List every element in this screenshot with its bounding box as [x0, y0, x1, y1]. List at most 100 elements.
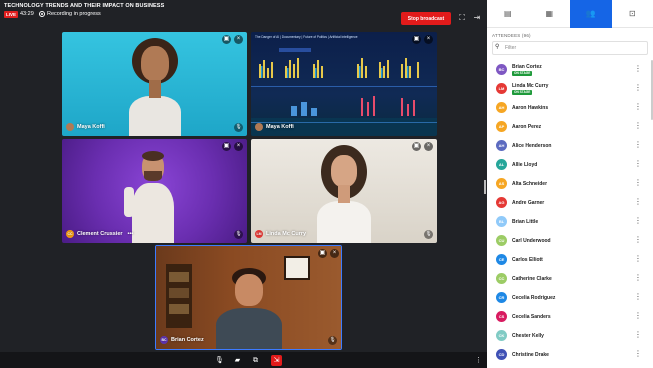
more-options-icon[interactable]: ⋮: [473, 355, 484, 366]
on-stage-badge: ON STAGE: [512, 89, 533, 95]
more-options-icon[interactable]: ⋮: [634, 197, 642, 207]
close-icon[interactable]: ×: [234, 35, 243, 44]
avatar: CC: [66, 230, 74, 238]
event-title: TECHNOLOGY TRENDS AND THEIR IMPACT ON BU…: [4, 3, 165, 9]
pin-icon[interactable]: ▣: [222, 142, 231, 151]
exit-stage-icon[interactable]: ⇥: [472, 13, 482, 23]
mic-icon[interactable]: 🎙: [328, 336, 337, 345]
more-options-icon[interactable]: ⋮: [634, 311, 642, 321]
video-tile-linda-mc-curry[interactable]: ▣ × LM Linda Mc Curry 🎙: [251, 139, 437, 243]
list-item[interactable]: CR Cecelia Rodriguez ⋮: [487, 288, 653, 307]
list-item[interactable]: AS Alta Schneider ⋮: [487, 174, 653, 193]
mic-icon[interactable]: 🎙: [234, 230, 243, 239]
close-icon[interactable]: ×: [234, 142, 243, 151]
avatar: AS: [496, 178, 507, 189]
more-options-icon[interactable]: ⋮: [634, 121, 642, 131]
resize-handle[interactable]: [484, 180, 486, 194]
more-options-icon[interactable]: ⋮: [634, 349, 642, 359]
participant-name: LM Linda Mc Curry: [255, 230, 307, 238]
list-item[interactable]: CD Christine Drake ⋮: [487, 345, 653, 364]
avatar: CS: [496, 311, 507, 322]
list-item[interactable]: BC Brian Cortez ON STAGE ⋮: [487, 60, 653, 79]
video-tile-clement-crussier[interactable]: ▣ × CC Clement Crussier ••• 🎙: [62, 139, 247, 243]
list-item[interactable]: CE Carlos Elliott ⋮: [487, 250, 653, 269]
attendee-name: Aaron Hawkins: [512, 104, 549, 111]
avatar: CK: [496, 330, 507, 341]
broadcast-timer: 43:29: [20, 11, 34, 17]
list-item[interactable]: BL Brian Little ⋮: [487, 212, 653, 231]
more-options-icon[interactable]: ⋮: [634, 235, 642, 245]
list-item[interactable]: CS Cecelia Sanders ⋮: [487, 307, 653, 326]
more-options-icon[interactable]: ⋮: [634, 178, 642, 188]
avatar: CU: [496, 235, 507, 246]
attendee-name: Carlos Elliott: [512, 256, 543, 263]
participant-video: [127, 38, 183, 136]
avatar: CE: [496, 254, 507, 265]
avatar: AL: [496, 159, 507, 170]
filter-input[interactable]: Filter: [492, 41, 648, 55]
list-item[interactable]: CU Carl Underwood ⋮: [487, 231, 653, 250]
list-item[interactable]: AG Andre Garner ⋮: [487, 193, 653, 212]
video-tile-screen-share[interactable]: The Danger of AI | Documentary | Future …: [251, 32, 437, 136]
on-stage-badge: ON STAGE: [512, 70, 533, 76]
more-options-icon[interactable]: ⋮: [634, 216, 642, 226]
pin-icon[interactable]: ▣: [412, 142, 421, 151]
participant-name: CC Clement Crussier •••: [66, 230, 134, 238]
list-item[interactable]: LM Linda Mc Curry ON STAGE ⋮: [487, 79, 653, 98]
avatar: CR: [496, 292, 507, 303]
recording-status: Recording in progress: [47, 11, 101, 17]
shared-video-title: The Danger of AI | Documentary | Future …: [255, 35, 358, 39]
attendee-name: Cecelia Sanders: [512, 313, 551, 320]
screen-share-icon[interactable]: ⧉: [250, 355, 261, 366]
participant-video: [214, 268, 284, 349]
more-options-icon[interactable]: ⋮: [634, 292, 642, 302]
more-options-icon[interactable]: ⋮: [634, 254, 642, 264]
pin-icon[interactable]: ▣: [412, 35, 421, 44]
attendee-name: Alta Schneider: [512, 180, 548, 187]
attendee-name: Catherine Clarke: [512, 275, 552, 282]
video-tile-brian-cortez[interactable]: ▣ × BC Brian Cortez 🎙: [155, 245, 342, 350]
avatar: BL: [496, 216, 507, 227]
attendee-name: Brian Little: [512, 218, 539, 225]
list-item[interactable]: AP Aaron Perez ⋮: [487, 117, 653, 136]
wall-picture: [284, 256, 310, 280]
close-icon[interactable]: ×: [330, 249, 339, 258]
close-icon[interactable]: ×: [424, 35, 433, 44]
list-item[interactable]: AH Alice Henderson ⋮: [487, 136, 653, 155]
more-options-icon[interactable]: ⋮: [634, 273, 642, 283]
pin-icon[interactable]: ▣: [222, 35, 231, 44]
list-item[interactable]: CK Chester Kelly ⋮: [487, 326, 653, 345]
attendee-name: Aaron Perez: [512, 123, 542, 130]
tab-notes-icon[interactable]: ▦: [529, 0, 571, 28]
mic-icon[interactable]: 🎙: [234, 123, 243, 132]
mic-icon[interactable]: 🎙: [424, 230, 433, 239]
more-options-icon[interactable]: ⋮: [634, 330, 642, 340]
attendee-name: Christine Drake: [512, 351, 549, 358]
close-icon[interactable]: ×: [424, 142, 433, 151]
leave-icon[interactable]: ⇲: [271, 355, 282, 366]
pin-icon[interactable]: ▣: [318, 249, 327, 258]
more-options-icon[interactable]: ⋮: [634, 64, 642, 74]
more-options-icon[interactable]: ⋮: [634, 140, 642, 150]
stage-area: TECHNOLOGY TRENDS AND THEIR IMPACT ON BU…: [0, 0, 487, 368]
more-options-icon[interactable]: ⋮: [634, 159, 642, 169]
camera-icon[interactable]: ▰: [232, 355, 243, 366]
fullscreen-icon[interactable]: ⛶: [457, 13, 467, 23]
tab-media-icon[interactable]: ⊡: [612, 0, 653, 28]
recording-icon: [39, 11, 45, 17]
more-icon[interactable]: •••: [128, 231, 134, 237]
participant-name: Maya Koffi: [255, 123, 294, 131]
avatar: BC: [160, 336, 168, 344]
list-item[interactable]: AH Aaron Hawkins ⋮: [487, 98, 653, 117]
list-item[interactable]: CC Catherine Clarke ⋮: [487, 269, 653, 288]
tab-attendees-icon[interactable]: 👥: [570, 0, 612, 28]
list-item[interactable]: AL Allie Lloyd ⋮: [487, 155, 653, 174]
tab-chat-icon[interactable]: ▤: [487, 0, 529, 28]
more-options-icon[interactable]: ⋮: [634, 83, 642, 93]
mute-mic-icon[interactable]: 🎙: [214, 355, 225, 366]
bottom-toolbar: 🎙 ▰ ⧉ ⇲ ⋮: [0, 352, 487, 368]
shared-screen-content: [251, 48, 437, 136]
stop-broadcast-button[interactable]: Stop broadcast: [401, 12, 451, 25]
more-options-icon[interactable]: ⋮: [634, 102, 642, 112]
video-tile-maya-koffi[interactable]: ▣ × Maya Koffi 🎙: [62, 32, 247, 136]
